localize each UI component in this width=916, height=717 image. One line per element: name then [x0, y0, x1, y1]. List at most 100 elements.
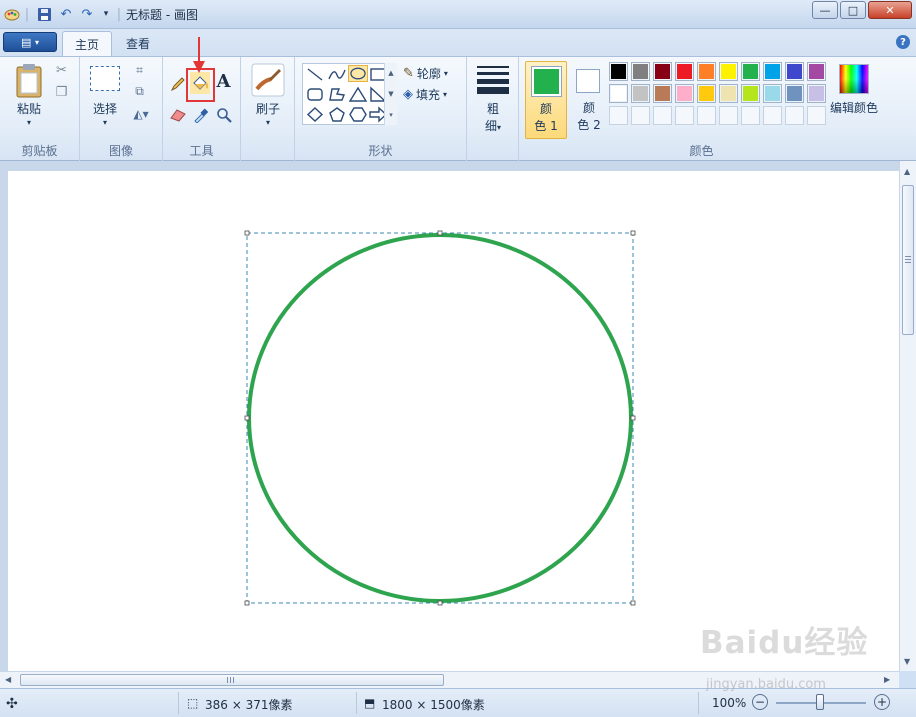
zoom-out-button[interactable]: − — [752, 694, 768, 710]
palette-color-1-7[interactable] — [741, 62, 760, 81]
edit-colors-button[interactable]: 编辑颜色 — [825, 99, 883, 116]
palette-empty-slot-5[interactable] — [697, 106, 716, 125]
rounded-rectangle-shape-icon[interactable] — [305, 86, 325, 103]
text-icon[interactable]: A — [214, 71, 233, 92]
palette-color-1-10[interactable] — [807, 62, 826, 81]
resize-icon[interactable]: ⧉ — [130, 82, 149, 101]
brush-icon[interactable] — [251, 63, 285, 97]
resize-handle-top-right[interactable] — [630, 230, 636, 236]
curve-shape-icon[interactable] — [327, 66, 347, 83]
resize-handle-bottom-left[interactable] — [244, 600, 250, 606]
paste-icon[interactable] — [14, 63, 44, 99]
paste-chevron-icon[interactable]: ▾ — [8, 118, 50, 127]
color-2-button[interactable]: 颜 色 2 — [570, 61, 610, 139]
palette-color-2-5[interactable] — [697, 84, 716, 103]
palette-color-2-6[interactable] — [719, 84, 738, 103]
rotate-icon[interactable]: ◭▾ — [128, 104, 154, 123]
palette-color-1-2[interactable] — [631, 62, 650, 81]
palette-color-2-10[interactable] — [807, 84, 826, 103]
palette-color-1-3[interactable] — [653, 62, 672, 81]
resize-handle-top-left[interactable] — [244, 230, 250, 236]
triangle-shape-icon[interactable] — [348, 86, 368, 103]
paint-menu-button[interactable]: ▤ ▾ — [3, 32, 57, 52]
tab-view[interactable]: 查看 — [114, 31, 162, 56]
cut-icon[interactable]: ✂ — [52, 61, 71, 80]
resize-handle-left[interactable] — [244, 415, 250, 421]
palette-empty-slot-1[interactable] — [609, 106, 628, 125]
line-shape-icon[interactable] — [305, 66, 325, 83]
gallery-up-icon[interactable]: ▲ — [388, 69, 393, 77]
scroll-down-icon[interactable]: ▼ — [904, 657, 910, 666]
size-button[interactable]: 细▾ — [473, 117, 513, 134]
redo-icon[interactable]: ↷ — [78, 5, 96, 23]
resize-handle-bottom-right[interactable] — [630, 600, 636, 606]
copy-icon[interactable]: ❐ — [52, 83, 71, 102]
edit-colors-icon[interactable] — [839, 64, 869, 94]
diamond-shape-icon[interactable] — [305, 106, 325, 123]
outline-button[interactable]: ✎ 轮廓 ▾ — [403, 64, 465, 82]
vertical-scrollbar[interactable]: ▲ ▼ — [899, 161, 916, 671]
minimize-button[interactable]: — — [812, 1, 838, 19]
pentagon-shape-icon[interactable] — [327, 106, 347, 123]
zoom-in-button[interactable]: + — [874, 694, 890, 710]
palette-empty-slot-10[interactable] — [807, 106, 826, 125]
pencil-icon[interactable] — [168, 74, 187, 93]
resize-handle-top[interactable] — [437, 230, 443, 236]
palette-color-1-8[interactable] — [763, 62, 782, 81]
color-1-button[interactable]: 颜 色 1 — [525, 61, 567, 139]
undo-icon[interactable]: ↶ — [57, 5, 75, 23]
fill-button[interactable]: ◈ 填充 ▾ — [403, 85, 465, 103]
brushes-chevron-icon[interactable]: ▾ — [246, 118, 290, 127]
palette-color-2-7[interactable] — [741, 84, 760, 103]
magnifier-icon[interactable] — [214, 105, 233, 124]
palette-empty-slot-3[interactable] — [653, 106, 672, 125]
shapes-gallery-scroll[interactable]: ▲ ▼ ▾ — [384, 63, 397, 125]
palette-empty-slot-2[interactable] — [631, 106, 650, 125]
tab-home[interactable]: 主页 — [62, 31, 113, 56]
gallery-down-icon[interactable]: ▼ — [388, 90, 393, 98]
resize-handle-right[interactable] — [630, 415, 636, 421]
eraser-icon[interactable] — [168, 105, 187, 124]
resize-handle-bottom[interactable] — [437, 600, 443, 606]
palette-color-2-3[interactable] — [653, 84, 672, 103]
brushes-button[interactable]: 刷子 — [246, 100, 290, 117]
select-button[interactable]: 选择 — [84, 100, 126, 117]
scroll-left-icon[interactable]: ◀ — [5, 675, 11, 684]
customize-quick-access-icon[interactable]: ▾ — [100, 5, 112, 23]
color-picker-icon[interactable] — [191, 105, 210, 124]
palette-color-2-8[interactable] — [763, 84, 782, 103]
crop-icon[interactable]: ⌗ — [130, 61, 149, 80]
close-button[interactable]: ✕ — [868, 1, 912, 19]
vertical-scroll-thumb[interactable] — [902, 185, 914, 335]
help-icon[interactable]: ? — [896, 35, 910, 49]
paint-app-icon[interactable] — [4, 5, 20, 23]
save-icon[interactable] — [35, 5, 53, 23]
palette-color-1-6[interactable] — [719, 62, 738, 81]
drawing-canvas[interactable] — [8, 171, 899, 671]
palette-empty-slot-7[interactable] — [741, 106, 760, 125]
palette-empty-slot-6[interactable] — [719, 106, 738, 125]
palette-color-1-9[interactable] — [785, 62, 804, 81]
select-chevron-icon[interactable]: ▾ — [84, 118, 126, 127]
palette-color-2-9[interactable] — [785, 84, 804, 103]
oval-shape-icon[interactable] — [348, 65, 368, 82]
palette-color-2-2[interactable] — [631, 84, 650, 103]
polygon-shape-icon[interactable] — [327, 86, 347, 103]
paste-button[interactable]: 粘贴 — [8, 100, 50, 117]
palette-color-2-4[interactable] — [675, 84, 694, 103]
zoom-slider-thumb[interactable] — [816, 694, 824, 710]
select-icon[interactable] — [90, 66, 120, 91]
gallery-expand-icon[interactable]: ▾ — [389, 111, 393, 119]
scroll-up-icon[interactable]: ▲ — [904, 167, 910, 176]
selection-handles[interactable] — [244, 230, 636, 606]
scroll-right-icon[interactable]: ▶ — [884, 675, 890, 684]
size-label-1[interactable]: 粗 — [473, 100, 513, 117]
green-circle-shape[interactable] — [247, 233, 633, 603]
palette-empty-slot-8[interactable] — [763, 106, 782, 125]
maximize-button[interactable]: □ — [840, 1, 866, 19]
hexagon-shape-icon[interactable] — [348, 106, 368, 123]
line-width-icon[interactable] — [477, 64, 509, 94]
palette-color-2-1[interactable] — [609, 84, 628, 103]
horizontal-scroll-thumb[interactable] — [20, 674, 444, 686]
palette-empty-slot-9[interactable] — [785, 106, 804, 125]
